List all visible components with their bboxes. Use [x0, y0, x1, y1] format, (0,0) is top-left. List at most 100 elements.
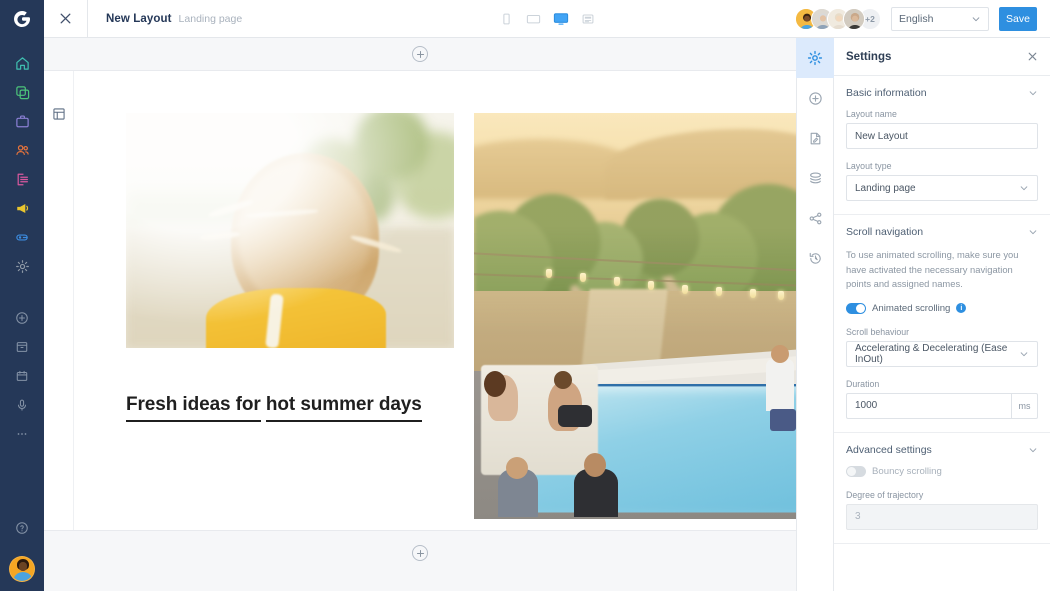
microphone-icon: [15, 398, 29, 412]
section-scroll-title: Scroll navigation: [846, 226, 924, 238]
device-tablet-button[interactable]: [525, 9, 543, 29]
device-desktop-button[interactable]: [552, 9, 570, 29]
nav-tool-archive[interactable]: [0, 332, 44, 361]
canvas-row: Fresh ideas for hot summer days: [44, 70, 796, 531]
add-section-bottom: [44, 531, 796, 591]
topbar-right-group: +2 English Save: [795, 6, 1050, 31]
device-mobile-button[interactable]: [498, 9, 516, 29]
collaborator-avatars: +2: [795, 7, 881, 30]
avatar[interactable]: [9, 556, 35, 582]
language-select[interactable]: English: [891, 6, 989, 31]
degree-of-trajectory-input[interactable]: 3: [846, 503, 1038, 530]
rail-share-button[interactable]: [796, 198, 834, 238]
megaphone-icon: [15, 201, 30, 216]
top-bar: New Layout Landing page +2 English Save: [44, 0, 1050, 38]
layout-type-label: Layout type: [846, 161, 892, 171]
settings-panel: Settings Basic information Layout name N…: [834, 38, 1050, 591]
nav-tool-add[interactable]: [0, 303, 44, 332]
close-icon: [58, 11, 73, 26]
page-subtitle: Landing page: [178, 12, 243, 25]
nav-tool-microphone[interactable]: [0, 390, 44, 419]
gear-icon: [15, 259, 30, 274]
add-section-top-button[interactable]: [412, 46, 428, 62]
section-scroll-header[interactable]: Scroll navigation: [846, 226, 1038, 238]
scroll-description: To use animated scrolling, make sure you…: [846, 249, 1019, 290]
app-logo[interactable]: [0, 0, 44, 38]
page-column-left: Fresh ideas for hot summer days: [126, 113, 454, 423]
save-button[interactable]: Save: [999, 6, 1037, 31]
section-scroll-navigation: Scroll navigation To use animated scroll…: [834, 215, 1050, 433]
gear-icon: [807, 50, 823, 66]
add-circle-icon: [808, 91, 823, 106]
canvas-page: Fresh ideas for hot summer days: [74, 71, 796, 530]
layout-name-label: Layout name: [846, 109, 897, 119]
pages-icon: [15, 85, 30, 100]
chevron-down-icon: [1028, 88, 1038, 98]
hero-headline[interactable]: Fresh ideas for hot summer days: [126, 386, 454, 423]
chevron-down-icon: [1019, 183, 1029, 193]
section-advanced-header[interactable]: Advanced settings: [846, 444, 1038, 456]
rail-add-element-button[interactable]: [796, 78, 834, 118]
collaborator-avatar[interactable]: [843, 7, 865, 30]
close-settings-button[interactable]: [1027, 51, 1038, 62]
scroll-behaviour-label: Scroll behaviour: [846, 326, 910, 337]
language-value: English: [899, 12, 934, 25]
duration-input[interactable]: 1000: [846, 392, 1011, 419]
history-icon: [808, 251, 823, 266]
document-edit-icon: [808, 131, 823, 146]
scroll-behaviour-value: Accelerating & Decelerating (Ease InOut): [855, 342, 1008, 365]
degree-of-trajectory-label: Degree of trajectory: [846, 489, 924, 500]
add-circle-icon: [15, 311, 29, 325]
sidebar-item-contacts[interactable]: [0, 136, 44, 165]
layout-type-select[interactable]: Landing page: [846, 175, 1038, 201]
page-column-right: [474, 113, 796, 519]
duration-field-group: 1000 ms: [846, 392, 1038, 419]
sidebar-item-home[interactable]: [0, 49, 44, 78]
nav-tool-calendar[interactable]: [0, 361, 44, 390]
nav-tool-more[interactable]: [0, 419, 44, 448]
home-icon: [15, 56, 30, 71]
canvas-gutter: [44, 71, 74, 530]
sidebar-item-projects[interactable]: [0, 107, 44, 136]
animated-scrolling-toggle[interactable]: [846, 302, 866, 314]
chevron-down-icon: [1028, 227, 1038, 237]
hero-image-left[interactable]: [126, 113, 454, 348]
tablet-icon: [526, 12, 542, 26]
info-icon[interactable]: i: [956, 303, 967, 314]
section-basic-title: Basic information: [846, 87, 927, 99]
layout-name-input[interactable]: New Layout: [846, 123, 1038, 149]
bouncy-scrolling-label: Bouncy scrolling: [872, 465, 942, 477]
section-advanced-settings: Advanced settings Bouncy scrolling Degre…: [834, 433, 1050, 544]
chevron-down-icon: [1019, 349, 1029, 359]
sidebar-item-pages[interactable]: [0, 78, 44, 107]
nav-bottom: [0, 513, 44, 591]
headline-line-2: hot summer days: [265, 391, 422, 423]
rail-content-button[interactable]: [796, 118, 834, 158]
canvas-region: Fresh ideas for hot summer days: [44, 38, 796, 591]
help-button[interactable]: [0, 513, 44, 542]
scroll-behaviour-select[interactable]: Accelerating & Decelerating (Ease InOut): [846, 340, 1038, 367]
bouncy-scrolling-row: Bouncy scrolling: [846, 465, 1038, 477]
settings-header: Settings: [834, 38, 1050, 76]
avatar-image: [10, 557, 34, 581]
layout-grid-icon[interactable]: [52, 107, 66, 530]
page-columns: Fresh ideas for hot summer days: [126, 113, 796, 519]
section-basic-header[interactable]: Basic information: [846, 87, 1038, 99]
rail-settings-button[interactable]: [796, 38, 834, 78]
bouncy-scrolling-toggle[interactable]: [846, 465, 866, 477]
rail-layers-button[interactable]: [796, 158, 834, 198]
close-editor-button[interactable]: [44, 0, 88, 38]
layers-icon: [808, 171, 823, 186]
sidebar-item-forms[interactable]: [0, 165, 44, 194]
calendar-icon: [15, 369, 29, 383]
sidebar-item-integrations[interactable]: [0, 223, 44, 252]
hero-image-right[interactable]: [474, 113, 796, 519]
section-basic-information: Basic information Layout name New Layout…: [834, 76, 1050, 215]
sidebar-item-settings[interactable]: [0, 252, 44, 281]
rail-history-button[interactable]: [796, 238, 834, 278]
forms-icon: [15, 172, 30, 187]
add-section-bottom-button[interactable]: [412, 545, 428, 561]
device-wide-button[interactable]: [579, 9, 597, 29]
sidebar-item-campaigns[interactable]: [0, 194, 44, 223]
body-area: Fresh ideas for hot summer days Settings…: [44, 38, 1050, 591]
